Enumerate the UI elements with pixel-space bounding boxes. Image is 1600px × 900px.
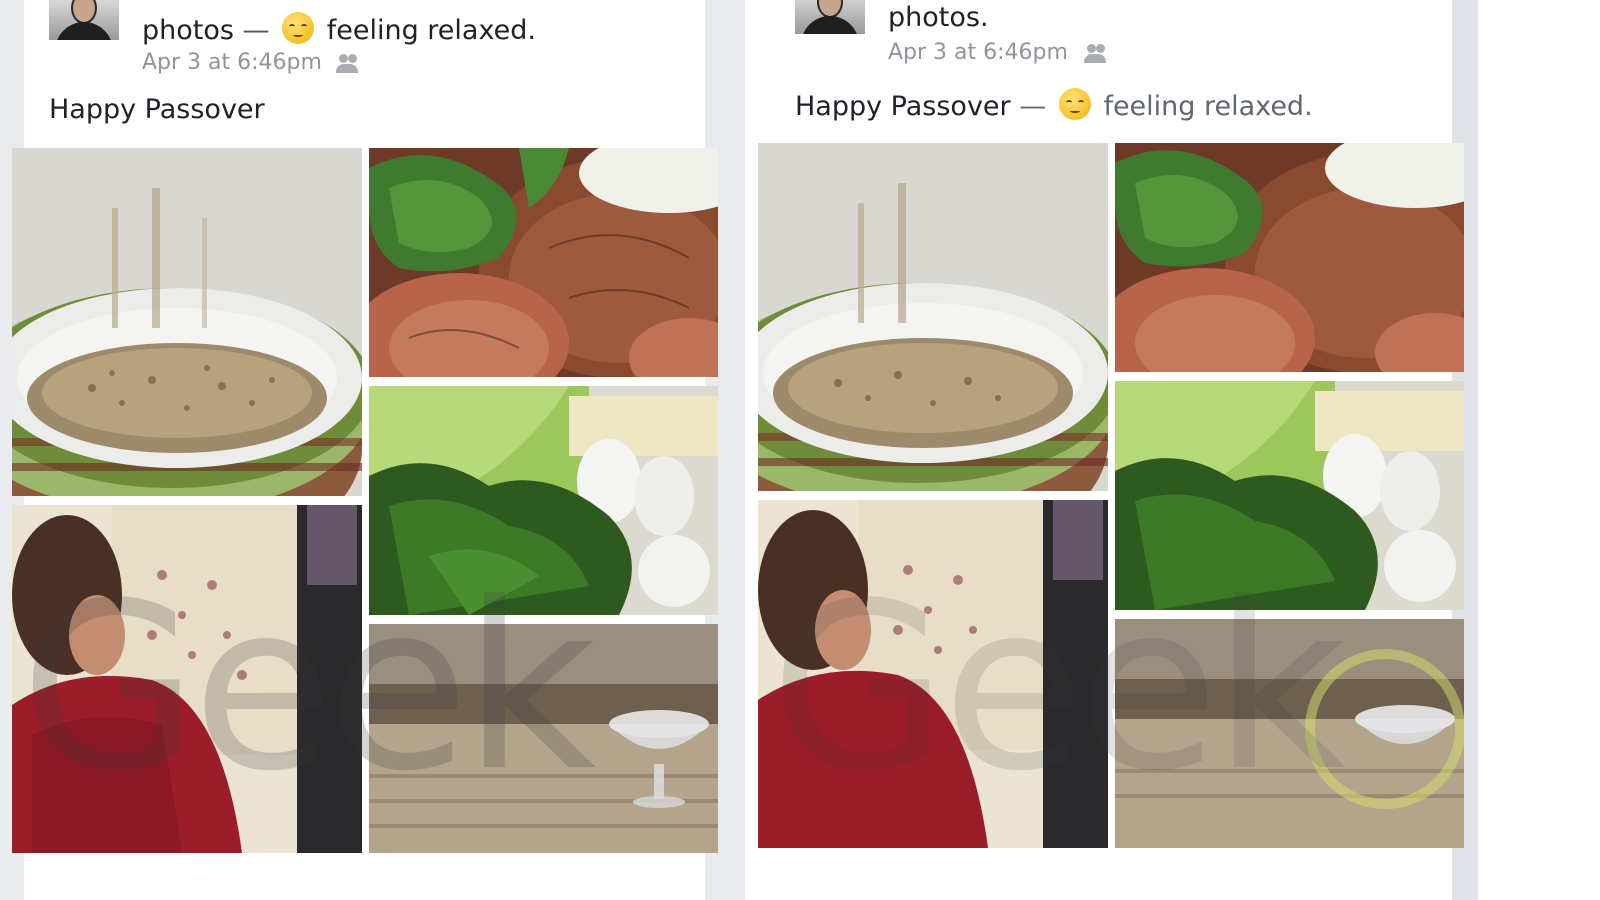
photo-parsley-lettuce-eggs[interactable] [1115, 381, 1464, 610]
avatar[interactable] [795, 0, 865, 34]
friends-icon[interactable] [1084, 44, 1108, 64]
post-header: photos. [888, 2, 989, 33]
photo-seder-plate-with-greens[interactable] [369, 148, 718, 377]
post-message-text: Happy Passover [795, 91, 1011, 122]
photo-matzo-meal-bowl[interactable] [758, 143, 1108, 491]
photo-family-at-table[interactable] [758, 500, 1108, 848]
photo-seder-plate-with-greens[interactable] [1115, 143, 1464, 372]
photo-family-at-table[interactable] [12, 505, 362, 853]
feeling-label[interactable]: feeling relaxed. [1103, 91, 1312, 122]
post-header: photos — feeling relaxed. [142, 12, 536, 46]
post-message: Happy Passover [49, 94, 265, 125]
post-timestamp[interactable]: Apr 3 at 6:46pm [142, 50, 322, 75]
right-blank-area [1478, 0, 1600, 900]
photo-matzo-meal-bowl[interactable] [12, 148, 362, 496]
post-timestamp[interactable]: Apr 3 at 6:46pm [888, 40, 1068, 65]
post-header-text[interactable]: photos [142, 15, 234, 46]
photo-parsley-lettuce-eggs[interactable] [369, 386, 718, 615]
separator: — [1019, 91, 1047, 122]
avatar[interactable] [49, 0, 119, 40]
photo-glass-bowl-on-table[interactable] [1115, 619, 1464, 848]
post-message: Happy Passover — feeling relaxed. [795, 88, 1313, 122]
photo-glass-bowl-on-table[interactable] [369, 624, 718, 853]
separator: — [242, 15, 270, 46]
feeling-label[interactable]: feeling relaxed. [327, 15, 536, 46]
friends-icon[interactable] [336, 54, 360, 74]
relieved-face-emoji-icon [1058, 88, 1091, 120]
relieved-face-emoji-icon [282, 12, 315, 44]
post-header-text[interactable]: photos. [888, 2, 989, 33]
